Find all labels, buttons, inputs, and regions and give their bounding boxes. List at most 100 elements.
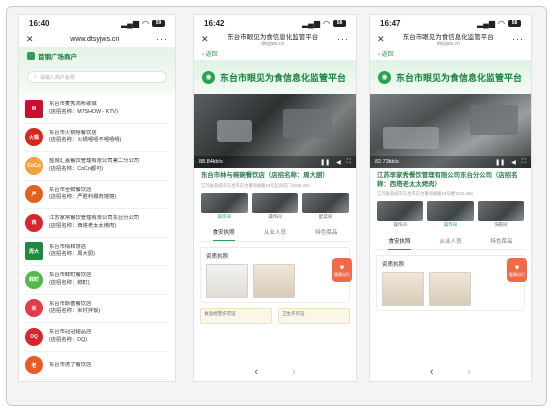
tab-dishes[interactable]: 特色菜品 bbox=[490, 234, 512, 250]
merchant-logo-icon: 鲜町 bbox=[25, 270, 43, 289]
list-item[interactable]: M 东台市麦秀鸿听歌城 (店招名称：M7SHOW - KTV) bbox=[25, 95, 169, 124]
list-item[interactable]: DQ 东台市冠冠甜品店 (店招名称：DQ) bbox=[25, 323, 169, 352]
license-image[interactable] bbox=[253, 263, 295, 298]
url-text: www.dtsyjws.cn bbox=[70, 35, 120, 43]
camera-thumb[interactable]: 配菜间 bbox=[302, 192, 350, 220]
url-text: dtsyjws.cn bbox=[436, 41, 460, 47]
shop-name: 江苏李家秀餐饮管理有限公司东台分公司（店招名称：西塔老太太烤肉） bbox=[377, 172, 518, 188]
pause-icon[interactable]: ❚❚ bbox=[320, 159, 330, 166]
forward-arrow-icon[interactable]: › bbox=[468, 366, 472, 378]
camera-thumb[interactable]: 操作间 bbox=[201, 192, 248, 220]
merchant-sign: (店招名称：周大厨) bbox=[49, 251, 95, 258]
detail-tabs: 食安执照 从业人员 特色菜品 bbox=[374, 234, 527, 250]
volume-icon[interactable]: ◀ bbox=[511, 159, 516, 166]
license-image[interactable] bbox=[429, 272, 471, 306]
merchant-sign: (店招名称：西塔老太太烤肉) bbox=[49, 222, 117, 229]
phone-merchant-list: 16:40 ▂▄▆ ◠ 59 ✕ www.dtsyjws.cn ··· 首钢广场… bbox=[18, 14, 176, 382]
merchant-logo-icon: 周大 bbox=[25, 242, 43, 261]
camera-thumb[interactable]: 操作间 bbox=[377, 201, 424, 228]
fullscreen-icon[interactable]: ⛶ bbox=[522, 159, 526, 166]
more-icon[interactable]: ··· bbox=[337, 34, 349, 44]
tab-staff[interactable]: 从业人员 bbox=[439, 234, 461, 250]
status-bar: 16:42 ▂▄▆ ◠ 58 bbox=[194, 15, 356, 31]
back-label: 返回 bbox=[205, 52, 218, 58]
signal-icon: ▂▄▆ bbox=[302, 18, 321, 28]
license-card[interactable]: 食品经营许可证 bbox=[200, 307, 272, 324]
back-link[interactable]: ‹ 返回 bbox=[194, 47, 356, 60]
video-speed: 82.73kb/s bbox=[375, 159, 399, 165]
list-item[interactable]: 火锅 东台市火锅嘻餐饮店 (店招名称：火锅嘻嘻不嘻嘻嘻) bbox=[25, 124, 169, 152]
back-link[interactable]: ‹ 返回 bbox=[370, 47, 531, 60]
url-text: dtsyjws.cn bbox=[261, 41, 285, 47]
browser-bar: ✕ www.dtsyjws.cn ··· bbox=[19, 31, 175, 47]
platform-header: ◉ 东台市眼见为食信息化监管平台 bbox=[370, 60, 531, 94]
eye-icon: ◉ bbox=[378, 70, 391, 84]
fullscreen-icon[interactable]: ⛶ bbox=[347, 159, 351, 166]
list-item[interactable]: 严东台市全鲜餐饮店 (店招名称：严胜利爆肉馆馆) bbox=[25, 181, 169, 209]
merchant-sign: (店招名称：CoCo都可) bbox=[49, 165, 104, 172]
list-item[interactable]: CoCo 盐城汇嘉餐饮管理有限公司第二分公司 (店招名称：CoCo都可) bbox=[25, 152, 169, 181]
browser-bar: ✕ 东台市眼见为食信息化监管平台 dtsyjws.cn ··· bbox=[194, 31, 356, 48]
more-icon[interactable]: ··· bbox=[156, 34, 168, 44]
license-card[interactable]: 卫生许可证 bbox=[278, 307, 350, 324]
heart-icon: ♥ bbox=[339, 262, 345, 272]
close-icon[interactable]: ✕ bbox=[201, 34, 209, 45]
status-bar: 16:40 ▂▄▆ ◠ 59 bbox=[19, 15, 175, 31]
list-item[interactable]: 周大 东台市情和饼店 (店招名称：周大厨) bbox=[25, 238, 169, 266]
search-icon: ⌕ bbox=[34, 74, 37, 80]
browser-bar: ✕ 东台市眼见为食信息化监管平台 dtsyjws.cn ··· bbox=[370, 31, 531, 48]
hero-banner: 首钢广场商户 ⌕ 请输入商户名称 bbox=[19, 47, 175, 95]
wifi-icon: ◠ bbox=[323, 18, 330, 28]
merchant-sign: (店招名称：米村拌饭) bbox=[49, 308, 101, 315]
live-video[interactable]: 82.73kb/s ❚❚ ◀ ⛶ bbox=[370, 94, 531, 168]
phone-detail-1: 16:42 ▂▄▆ ◠ 58 ✕ 东台市眼见为食信息化监管平台 dtsyjws.… bbox=[193, 14, 357, 382]
merchant-sign: (店招名称：鲜町) bbox=[49, 279, 90, 286]
merchant-list: M 东台市麦秀鸿听歌城 (店招名称：M7SHOW - KTV) 火锅 东台市火锅嘻餐饮店… bbox=[19, 95, 175, 380]
more-icon[interactable]: ··· bbox=[512, 34, 524, 44]
camera-thumb[interactable]: 操作间 bbox=[251, 192, 299, 220]
live-video[interactable]: 88.84kb/s ❚❚ ◀ ⛶ bbox=[194, 94, 356, 168]
back-label: 返回 bbox=[381, 52, 394, 58]
tab-license[interactable]: 食安执照 bbox=[212, 225, 235, 241]
list-item[interactable]: 米东台市斯善餐饮店 (店招名称：米村拌饭) bbox=[25, 295, 169, 323]
license-image[interactable] bbox=[382, 272, 424, 306]
signal-icon: ▂▄▆ bbox=[121, 18, 140, 28]
list-item[interactable]: 西江苏家常餐饮管理有限公司东台分公司 (店招名称：西塔老太太烤肉) bbox=[25, 209, 169, 238]
merchant-name: 江苏家常餐饮管理有限公司东台分公司 bbox=[49, 215, 140, 222]
back-arrow-icon[interactable]: ‹ bbox=[430, 366, 434, 378]
signal-icon: ▂▄▆ bbox=[477, 18, 496, 28]
merchant-logo-icon: 米 bbox=[25, 299, 43, 318]
camera-thumb[interactable]: 操作间 bbox=[427, 201, 474, 228]
merchant-name: 东台市鲜町餐饮店 bbox=[49, 272, 92, 279]
tab-license[interactable]: 食安执照 bbox=[388, 234, 411, 250]
battery-icon: 58 bbox=[333, 19, 346, 27]
merchant-logo-icon: 火锅 bbox=[25, 128, 43, 147]
close-icon[interactable]: ✕ bbox=[377, 34, 385, 45]
panel-title: 资质执照 bbox=[382, 262, 405, 268]
license-panel: 资质执照 bbox=[376, 255, 525, 311]
heart-icon: ♥ bbox=[514, 262, 520, 272]
volume-icon[interactable]: ◀ bbox=[336, 159, 341, 166]
search-input[interactable]: ⌕ 请输入商户名称 bbox=[27, 71, 167, 83]
wifi-icon: ◠ bbox=[498, 18, 505, 28]
status-time: 16:42 bbox=[204, 18, 225, 28]
close-icon[interactable]: ✕ bbox=[26, 34, 34, 45]
forward-arrow-icon[interactable]: › bbox=[292, 366, 296, 378]
pause-icon[interactable]: ❚❚ bbox=[495, 159, 505, 166]
camera-thumb[interactable]: 洗碗间 bbox=[477, 201, 524, 228]
health-travel-button[interactable]: ♥ 健康出行 bbox=[332, 258, 352, 282]
list-item[interactable]: 鲜町 东台市鲜町餐饮店 (店招名称：鲜町) bbox=[25, 266, 169, 295]
back-arrow-icon[interactable]: ‹ bbox=[254, 366, 258, 378]
list-item[interactable]: 老东台市虎了餐饮店 bbox=[25, 352, 169, 380]
brand: 首钢广场商户 bbox=[27, 51, 167, 61]
merchant-name: 东台市麦秀鸿听歌城 bbox=[49, 101, 97, 108]
brand-logo-icon bbox=[27, 52, 35, 60]
merchant-sign: (店招名称：火锅嘻嘻不嘻嘻嘻) bbox=[49, 137, 122, 144]
license-image[interactable] bbox=[206, 263, 248, 298]
health-travel-button[interactable]: ♥ 健康出行 bbox=[507, 258, 527, 282]
tab-staff[interactable]: 从业人员 bbox=[264, 225, 286, 241]
detail-tabs: 食安执照 从业人员 特色菜品 bbox=[198, 226, 352, 242]
platform-title: 东台市眼见为食信息化监管平台 bbox=[220, 72, 347, 83]
tab-dishes[interactable]: 特色菜品 bbox=[315, 225, 337, 241]
merchant-logo-icon: 老 bbox=[25, 356, 43, 375]
